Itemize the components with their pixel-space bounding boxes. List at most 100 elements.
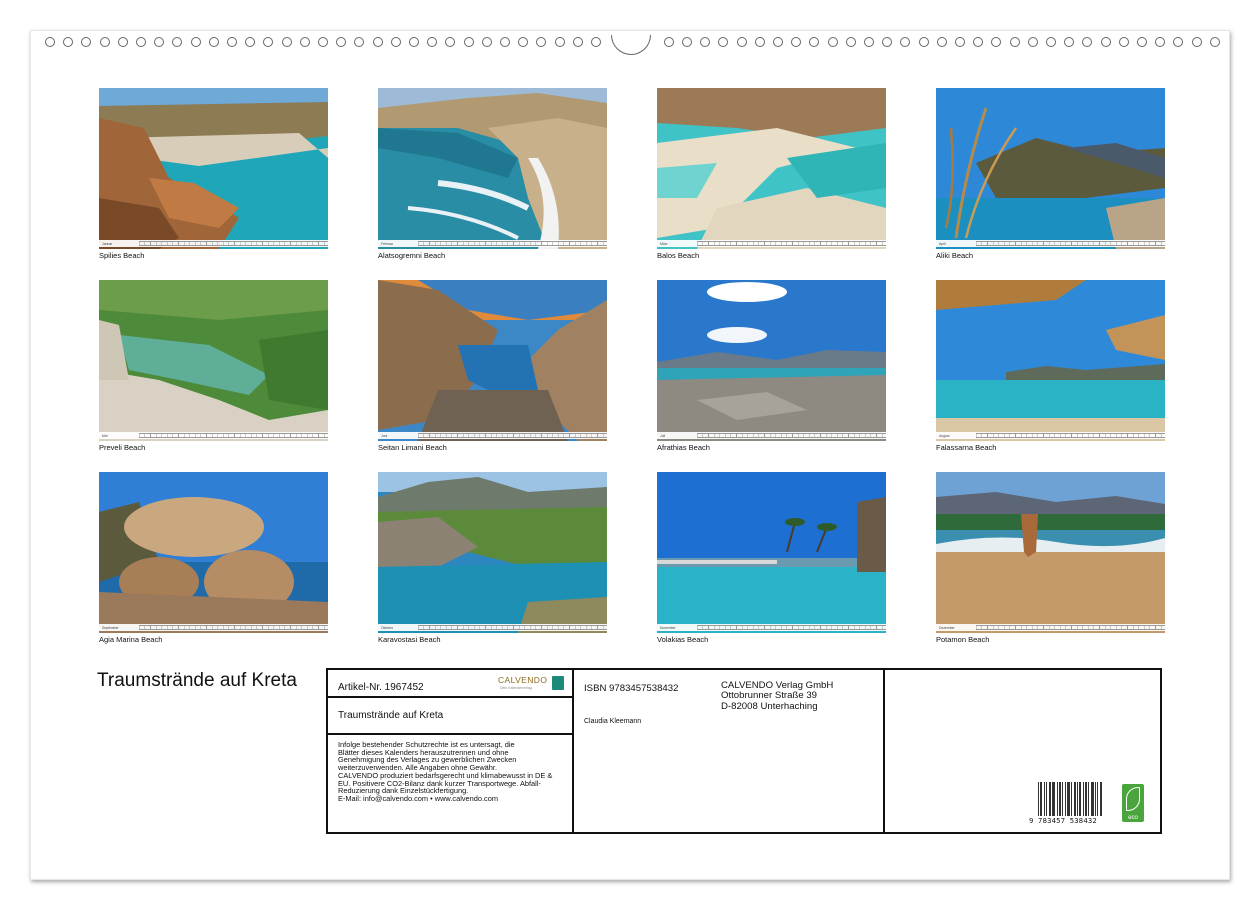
barcode-bar [1059,782,1060,816]
month-calendar-strip: November [657,624,886,631]
calvendo-logo: CALVENDO Dein Kalenderverlag [498,675,564,695]
binding-ring [1137,37,1147,47]
article-row: Artikel-Nr. 1967452 CALVENDO Dein Kalend… [328,670,572,698]
photo-caption: Preveli Beach [99,443,146,452]
month-calendar-strip: Dezember [936,624,1165,631]
photo-march[interactable]: März [657,88,886,249]
binding-ring [936,37,947,47]
calvendo-logo-subtitle: Dein Kalenderverlag [500,686,532,690]
binding-ring [136,37,146,47]
calendar-back-cover: Januar Spilies Beach Februar Alatsogremn… [30,30,1230,880]
photo-volakias-beach [657,472,886,633]
barcode-bar [1092,782,1093,816]
photo-april[interactable]: April [936,88,1165,249]
photo-june[interactable]: Juni [378,280,607,441]
barcode-bar [1079,782,1080,816]
binding-ring [572,37,583,47]
photo-caption: Alatsogremni Beach [378,251,446,260]
photo-seitan-limani-beach [378,280,607,441]
barcode-bar [1091,782,1092,816]
binding-ring [445,37,456,47]
article-number: Artikel-Nr. 1967452 [338,682,424,693]
barcode-bar [1038,782,1039,816]
barcode-bar [1095,782,1096,816]
eco-label: eco [1128,815,1138,821]
spiral-binding [31,35,1231,55]
photo-caption: Potamon Beach [936,635,990,644]
photo-january[interactable]: Januar [99,88,328,249]
publisher-address: CALVENDO Verlag GmbH Ottobrunner Straße … [721,680,833,712]
month-calendar-strip: Mai [99,432,328,439]
binding-ring [63,37,74,47]
calendar-title: Traumstrände auf Kreta [97,670,297,691]
binding-ring [518,37,529,47]
photo-may[interactable]: Mai [99,280,328,441]
photo-spilies-beach [99,88,328,249]
barcode-bar [1083,782,1084,816]
isbn: ISBN 9783457538432 [584,683,679,694]
barcode-bar [1057,782,1058,816]
binding-ring [1209,37,1220,47]
barcode-bar [1060,782,1061,816]
photo-july[interactable]: Juli [657,280,886,441]
binding-ring [481,37,492,47]
binding-ring [754,37,765,47]
binding-ring [554,37,565,47]
binding-ring [354,37,365,47]
photo-november[interactable]: November [657,472,886,633]
binding-ring [900,37,911,47]
binding-ring [427,37,438,47]
month-calendar-strip: Januar [99,240,328,247]
barcode-bar [1067,782,1068,816]
photo-karavostasi-beach [378,472,607,633]
binding-ring [117,37,128,47]
binding-ring [190,37,201,47]
binding-ring [955,37,965,47]
photo-february[interactable]: Februar [378,88,607,249]
binding-ring [281,37,292,47]
photo-december[interactable]: Dezember [936,472,1165,633]
binding-ring [263,37,274,47]
barcode-bar [1049,782,1050,816]
info-column-left: Artikel-Nr. 1967452 CALVENDO Dein Kalend… [328,670,574,832]
barcode-bar [1088,782,1089,816]
barcode-bar [1100,782,1101,816]
leaf-icon [1126,787,1140,811]
binding-ring [536,37,547,47]
binding-ring [299,37,310,47]
barcode-bar [1086,782,1087,816]
barcode: 9 783457 538432 [1029,782,1105,825]
month-calendar-strip: September [99,624,328,631]
photo-potamon-beach [936,472,1165,633]
binding-ring [700,37,711,47]
barcode-bar [1093,782,1094,816]
subtitle-row: Traumstrände auf Kreta [328,698,572,735]
photo-caption: Agia Marina Beach [99,635,163,644]
photo-august[interactable]: August [936,280,1165,441]
binding-ring [1173,37,1184,47]
binding-ring [245,37,256,47]
author-name: Claudia Kleemann [584,718,642,725]
binding-ring [172,37,183,47]
photo-falassarna-beach [936,280,1165,441]
barcode-bar [1101,782,1102,816]
binding-ring [45,37,55,47]
calvendo-logo-icon [552,676,564,690]
month-calendar-strip: August [936,432,1165,439]
info-column-middle: ISBN 9783457538432 Claudia Kleemann CALV… [574,670,885,832]
barcode-bar [1053,782,1054,816]
photo-october[interactable]: Oktober [378,472,607,633]
photo-september[interactable]: September [99,472,328,633]
binding-ring [1064,37,1075,47]
binding-ring [390,37,401,47]
barcode-bar [1052,782,1053,816]
binding-ring [845,37,856,47]
barcode-bar [1077,782,1078,816]
barcode-bar [1071,782,1072,816]
binding-ring [991,37,1002,47]
hanger-notch [611,35,651,55]
barcode-bar [1074,782,1075,816]
legal-line: E-Mail: info@calvendo.com • www.calvendo… [338,793,499,803]
binding-ring [1155,37,1166,47]
barcode-bar [1046,782,1047,816]
